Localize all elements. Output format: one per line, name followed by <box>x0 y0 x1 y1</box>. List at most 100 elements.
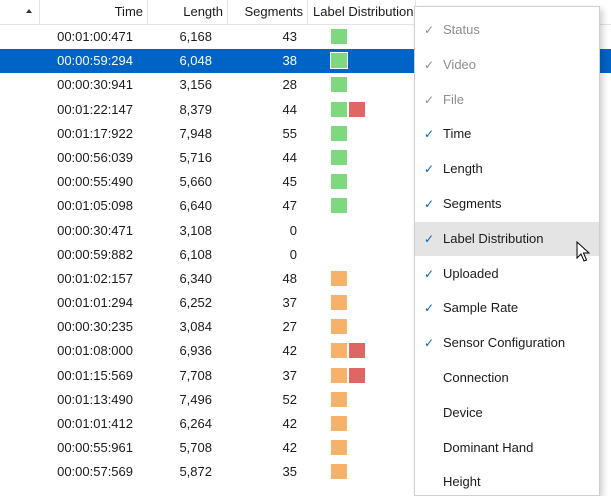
cell-segments: 47 <box>282 198 297 214</box>
cell-label-distribution <box>331 198 411 214</box>
cell-time: 00:00:56:039 <box>57 149 133 165</box>
menu-item-label: Length <box>443 161 483 177</box>
cell-segments: 45 <box>282 174 297 190</box>
cell-time: 00:00:57:569 <box>57 464 133 480</box>
label-swatch-orange <box>331 367 347 383</box>
sort-column-header[interactable] <box>0 0 40 24</box>
cell-time: 00:00:55:961 <box>57 440 133 456</box>
cell-segments: 37 <box>282 367 297 383</box>
column-header-length[interactable]: Length <box>148 0 228 24</box>
checkmark-icon: ✓ <box>423 57 435 72</box>
cell-segments: 44 <box>282 101 297 117</box>
cell-label-distribution <box>331 295 411 311</box>
label-swatch-green <box>331 125 347 141</box>
cell-label-distribution <box>331 440 411 456</box>
cell-time: 00:01:13:490 <box>57 391 133 407</box>
menu-item-video[interactable]: ✓ Video <box>415 48 599 82</box>
cell-label-distribution <box>331 343 411 359</box>
cell-segments: 28 <box>282 77 297 93</box>
cell-segments: 52 <box>282 391 297 407</box>
cell-label-distribution <box>331 125 411 142</box>
cell-segments: 35 <box>282 464 297 480</box>
cell-time: 00:01:17:922 <box>57 125 133 141</box>
sort-ascending-icon <box>26 9 32 13</box>
cell-label-distribution <box>331 101 411 118</box>
cell-length: 6,640 <box>179 198 212 214</box>
label-swatch-green <box>330 52 348 70</box>
menu-item-sample-rate[interactable]: ✓ Sample Rate <box>415 291 599 325</box>
cell-segments: 55 <box>282 125 297 141</box>
cell-time: 00:00:59:882 <box>57 246 133 262</box>
cell-segments: 48 <box>282 270 297 286</box>
checkmark-icon: ✓ <box>423 231 435 246</box>
label-swatch-orange <box>331 343 347 359</box>
checkmark-icon: ✓ <box>423 23 435 37</box>
cell-label-distribution <box>331 367 411 384</box>
menu-item-label: Sensor Configuration <box>443 335 566 351</box>
cell-length: 6,168 <box>179 29 212 44</box>
menu-item-label: Segments <box>443 196 502 211</box>
menu-item-device[interactable]: Device <box>415 396 599 430</box>
checkmark-icon: ✓ <box>423 127 435 142</box>
menu-item-connection[interactable]: Connection <box>415 361 599 395</box>
menu-item-time[interactable]: ✓ Time <box>415 117 599 151</box>
menu-item-length[interactable]: ✓ Length <box>415 152 599 186</box>
cell-time: 00:00:30:471 <box>57 222 133 238</box>
cell-length: 5,660 <box>179 174 212 190</box>
menu-item-label: File <box>443 91 464 107</box>
checkmark-icon: ✓ <box>423 266 435 281</box>
checkmark-icon: ✓ <box>423 301 435 316</box>
menu-item-status[interactable]: ✓ Status <box>415 13 599 47</box>
cell-segments: 0 <box>289 246 297 262</box>
cell-time: 00:00:55:490 <box>57 174 133 190</box>
cell-label-distribution <box>331 416 411 432</box>
column-header-label-distribution[interactable]: Label Distribution <box>308 0 416 24</box>
menu-item-dominant-hand[interactable]: Dominant Hand <box>415 431 599 465</box>
cell-length: 7,708 <box>179 367 212 383</box>
menu-item-height[interactable]: Height <box>415 465 599 495</box>
cell-length: 6,252 <box>179 295 212 311</box>
menu-item-label-distribution[interactable]: ✓ Label Distribution <box>415 221 599 256</box>
cell-time: 00:01:02:157 <box>57 270 133 286</box>
cell-length: 5,872 <box>179 464 212 480</box>
cell-length: 5,716 <box>179 149 212 165</box>
cell-label-distribution <box>331 29 411 45</box>
cell-label-distribution <box>331 319 411 335</box>
label-swatch-orange <box>331 464 347 480</box>
cell-time: 00:01:01:294 <box>57 295 133 311</box>
cell-time: 00:01:00:471 <box>57 29 133 44</box>
label-swatch-orange <box>331 391 347 407</box>
cell-segments: 42 <box>282 416 297 431</box>
column-header-segments[interactable]: Segments <box>228 0 308 24</box>
column-header-time[interactable]: Time <box>40 0 148 24</box>
checkmark-icon: ✓ <box>423 336 435 351</box>
menu-item-label: Connection <box>443 370 509 385</box>
cell-time: 00:00:30:235 <box>57 319 133 335</box>
checkmark-icon: ✓ <box>423 92 435 107</box>
cell-segments: 42 <box>282 343 297 359</box>
menu-item-segments[interactable]: ✓ Segments <box>415 187 599 221</box>
cell-length: 6,108 <box>179 246 212 262</box>
menu-item-file[interactable]: ✓ File <box>415 83 599 117</box>
cell-segments: 0 <box>289 222 297 238</box>
menu-item-label: Height <box>443 474 481 490</box>
mouse-pointer-icon <box>576 241 590 262</box>
label-swatch-orange <box>331 295 347 311</box>
menu-item-label: Device <box>443 404 483 420</box>
menu-item-label: Uploaded <box>443 265 499 281</box>
menu-item-sensor-configuration[interactable]: ✓ Sensor Configuration <box>415 326 599 360</box>
cell-segments: 44 <box>282 149 297 165</box>
cell-time: 00:00:30:941 <box>57 77 133 93</box>
checkmark-icon: ✓ <box>423 162 435 177</box>
menu-item-uploaded[interactable]: ✓ Uploaded <box>415 257 599 291</box>
cell-label-distribution <box>331 247 411 263</box>
cell-time: 00:01:15:569 <box>57 367 133 383</box>
label-swatch-orange <box>331 416 347 431</box>
cell-segments: 27 <box>282 319 297 335</box>
cell-segments: 37 <box>282 295 297 311</box>
cell-length: 7,496 <box>179 391 212 407</box>
cell-label-distribution <box>331 174 411 190</box>
cell-length: 3,108 <box>179 222 212 238</box>
label-swatch-green <box>331 174 347 190</box>
label-swatch-green <box>331 198 347 214</box>
